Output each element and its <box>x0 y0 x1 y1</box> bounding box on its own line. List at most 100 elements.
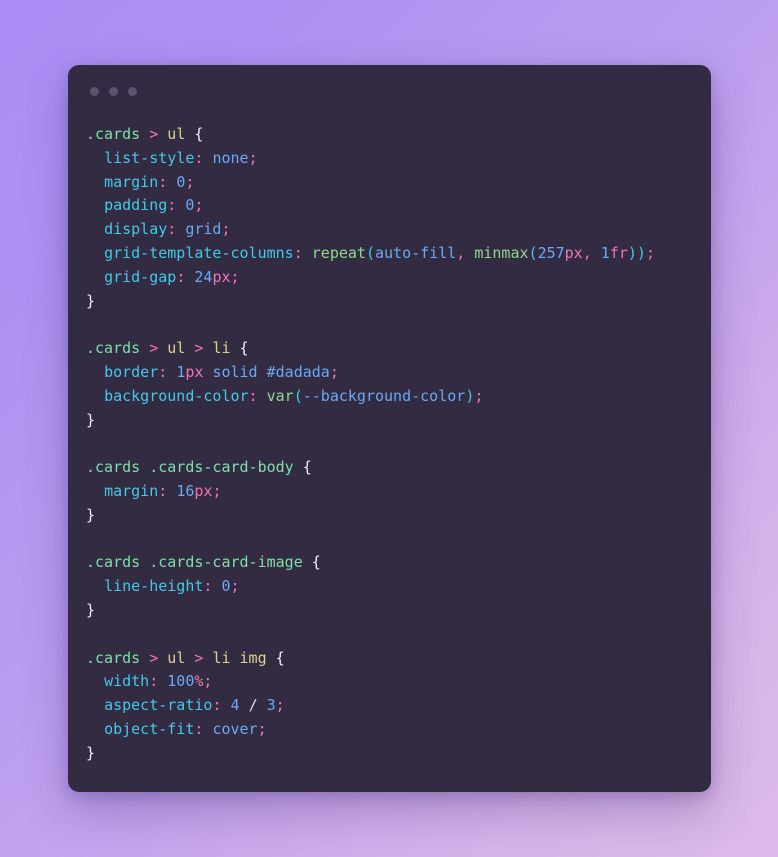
close-dot-icon[interactable] <box>90 86 99 96</box>
code-token: padding <box>104 196 168 215</box>
code-token: } <box>86 743 96 762</box>
code-token: { <box>311 553 321 572</box>
code-token: 16 <box>176 481 195 500</box>
code-line: .cards .cards-card-body { <box>86 456 711 480</box>
code-token: : <box>149 672 159 691</box>
code-token: ; <box>212 481 222 500</box>
code-token: repeat <box>311 243 366 262</box>
code-token: { <box>302 458 312 477</box>
code-line: .cards > ul > li { <box>86 337 711 361</box>
code-token: aspect-ratio <box>104 696 213 715</box>
code-token: minmax <box>474 243 529 262</box>
code-token: , <box>582 243 592 262</box>
code-line: display: grid; <box>86 218 711 242</box>
code-token: 1 <box>176 362 186 381</box>
code-token: grid-template-columns <box>104 243 294 262</box>
code-line: background-color: var(--background-color… <box>86 385 711 409</box>
screenshot-stage: .cards > ul { list-style: none; margin: … <box>0 0 778 857</box>
code-token: line-height <box>104 577 204 596</box>
code-token: : <box>158 362 168 381</box>
code-token: none <box>212 148 249 167</box>
code-token: ) <box>465 386 475 405</box>
code-token: 1 <box>600 243 610 262</box>
code-token: / <box>248 696 258 715</box>
code-token: .cards <box>86 125 141 143</box>
code-token: display <box>104 220 168 239</box>
code-token: list-style <box>104 148 195 167</box>
code-token: ; <box>257 719 267 738</box>
code-token: ul <box>167 339 186 358</box>
code-window: .cards > ul { list-style: none; margin: … <box>68 65 711 792</box>
code-token: )) <box>627 243 646 262</box>
code-line: } <box>86 409 711 433</box>
code-token: : <box>167 196 177 215</box>
code-token: ; <box>185 172 195 191</box>
code-line: .cards > ul { <box>86 123 711 147</box>
code-token: ; <box>248 148 258 167</box>
code-token: : <box>167 220 177 239</box>
code-token: } <box>86 600 96 619</box>
code-token: 100 <box>167 672 195 691</box>
code-token: li <box>212 648 231 667</box>
window-titlebar[interactable] <box>68 65 711 117</box>
minimize-dot-icon[interactable] <box>109 86 118 96</box>
code-token: ; <box>221 220 231 239</box>
code-line: } <box>86 290 711 314</box>
code-token: ( <box>293 386 303 405</box>
code-token: width <box>104 672 150 691</box>
code-token: px <box>564 243 583 262</box>
code-token: object-fit <box>104 719 195 738</box>
maximize-dot-icon[interactable] <box>128 86 137 96</box>
code-token: --background-color <box>302 386 466 405</box>
code-token: px <box>194 481 213 500</box>
code-line: .cards .cards-card-image { <box>86 551 711 575</box>
code-token: ( <box>365 243 375 262</box>
code-token: .cards <box>86 648 141 667</box>
code-token: 257 <box>537 243 565 262</box>
code-editor-area[interactable]: .cards > ul { list-style: none; margin: … <box>68 117 711 766</box>
code-token: .cards-card-image <box>149 553 303 572</box>
code-token: px <box>212 267 231 286</box>
code-token: , <box>456 243 466 262</box>
code-token: ; <box>645 243 655 262</box>
code-token: : <box>158 481 168 500</box>
code-token: cover <box>212 719 258 738</box>
code-token: > <box>149 339 159 358</box>
code-token: : <box>158 172 168 191</box>
code-token: .cards <box>86 339 141 358</box>
css-code-block[interactable]: .cards > ul { list-style: none; margin: … <box>86 123 711 766</box>
code-line: } <box>86 742 711 766</box>
code-token: } <box>86 291 96 310</box>
code-token: { <box>194 125 204 143</box>
code-token: ; <box>329 362 339 381</box>
code-line: aspect-ratio: 4 / 3; <box>86 694 711 718</box>
code-token: .cards <box>86 458 141 477</box>
code-token: px <box>185 362 204 381</box>
code-token: { <box>239 339 249 358</box>
code-line: width: 100%; <box>86 670 711 694</box>
